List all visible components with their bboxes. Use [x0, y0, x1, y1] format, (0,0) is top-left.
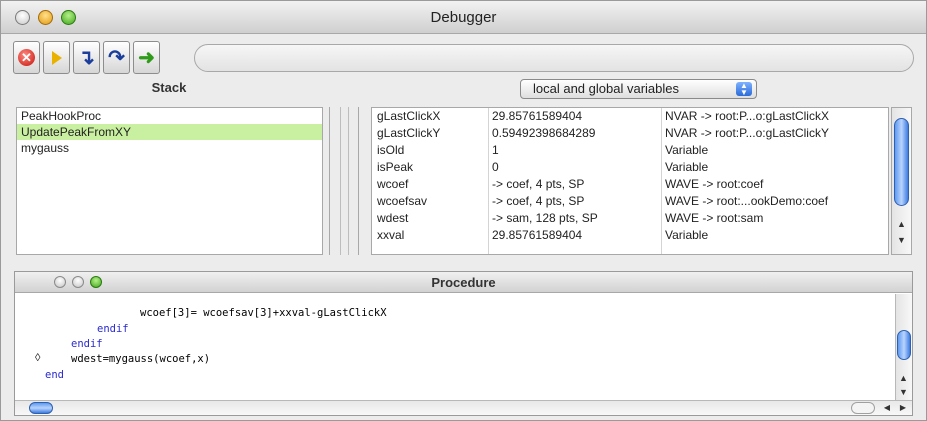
splitter-line	[348, 107, 349, 255]
stack-header: Stack	[151, 80, 187, 95]
variable-row[interactable]: xxval 29.85761589404 Variable	[372, 227, 888, 244]
variable-name: xxval	[377, 228, 405, 242]
scroll-left-arrow-icon[interactable]: ◀	[879, 401, 895, 415]
variable-type: NVAR -> root:P...o:gLastClickY	[665, 126, 829, 140]
step-into-icon: ↴	[78, 46, 95, 69]
variable-name: wcoefsav	[377, 194, 428, 208]
code-line-current: wdest=mygauss(wcoef,x)	[71, 353, 211, 365]
variable-value: -> sam, 128 pts, SP	[492, 211, 598, 225]
step-over-button[interactable]: ↷	[103, 41, 130, 74]
title-bar[interactable]: Debugger	[1, 1, 926, 34]
variable-row[interactable]: wcoef -> coef, 4 pts, SP WAVE -> root:co…	[372, 176, 888, 193]
variable-type: WAVE -> root:sam	[665, 211, 764, 225]
variable-row[interactable]: wcoefsav -> coef, 4 pts, SP WAVE -> root…	[372, 193, 888, 210]
scroll-thumb[interactable]	[29, 402, 53, 414]
stack-list[interactable]: PeakHookProc UpdatePeakFromXY mygauss	[16, 107, 323, 255]
stack-item[interactable]: PeakHookProc	[17, 108, 322, 124]
step-out-button[interactable]: ➜	[133, 41, 160, 74]
variable-value: -> coef, 4 pts, SP	[492, 194, 585, 208]
scroll-thumb[interactable]	[897, 330, 911, 360]
scroll-right-arrow-icon[interactable]: ▶	[895, 401, 911, 415]
variable-name: isPeak	[377, 160, 414, 174]
variable-value: 29.85761589404	[492, 109, 583, 123]
scroll-track-end	[851, 402, 875, 414]
variable-name: wdest	[377, 211, 409, 225]
variable-type: Variable	[665, 160, 709, 174]
splitter-line	[340, 107, 341, 255]
variables-vertical-scrollbar[interactable]: ▲ ▼	[891, 107, 912, 255]
variable-scope-popup[interactable]: local and global variables ▲ ▼	[520, 79, 757, 99]
scroll-down-arrow-icon[interactable]: ▼	[892, 232, 911, 248]
scroll-thumb[interactable]	[894, 118, 909, 206]
stop-icon: ✕	[18, 49, 35, 66]
procedure-title-bar[interactable]: Procedure	[15, 272, 912, 293]
code-line-keyword: endif	[97, 323, 129, 335]
variable-type: Variable	[665, 228, 709, 242]
window-title: Debugger	[430, 9, 497, 26]
popup-arrows-icon: ▲ ▼	[736, 82, 752, 97]
variable-row[interactable]: gLastClickY 0.59492398684289 NVAR -> roo…	[372, 125, 888, 142]
code-line: wcoef[3]= wcoefsav[3]+xxval-gLastClickX	[140, 307, 387, 319]
variable-type: WAVE -> root:...ookDemo:coef	[665, 194, 829, 208]
procedure-window: Procedure wcoef[3]= wcoefsav[3]+xxval-gL…	[14, 271, 913, 416]
scroll-down-arrow-icon[interactable]: ▼	[896, 384, 911, 400]
step-into-button[interactable]: ↴	[73, 41, 100, 74]
program-counter-marker-icon: ◊	[35, 352, 41, 364]
variable-value: -> coef, 4 pts, SP	[492, 177, 585, 191]
variable-scope-label: local and global variables	[533, 81, 679, 96]
variable-row[interactable]: isPeak 0 Variable	[372, 159, 888, 176]
procedure-title: Procedure	[431, 275, 496, 290]
variable-name: isOld	[377, 143, 405, 157]
variables-table[interactable]: gLastClickX 29.85761589404 NVAR -> root:…	[371, 107, 889, 255]
variable-row[interactable]: isOld 1 Variable	[372, 142, 888, 159]
code-line-keyword: endif	[71, 338, 103, 350]
code-line-keyword: end	[45, 369, 64, 381]
variable-name: wcoef	[377, 177, 409, 191]
variable-type: WAVE -> root:coef	[665, 177, 764, 191]
pane-splitter[interactable]	[329, 107, 359, 255]
variable-name: gLastClickY	[377, 126, 441, 140]
step-out-icon: ➜	[138, 46, 155, 69]
variable-value: 0	[492, 160, 499, 174]
variable-type: Variable	[665, 143, 709, 157]
step-over-icon: ↷	[108, 46, 125, 69]
variable-value: 1	[492, 143, 499, 157]
debugger-window: Debugger ✕ ↴ ↷ ➜ Stack local and global …	[0, 0, 927, 421]
variable-value: 29.85761589404	[492, 228, 583, 242]
variable-row[interactable]: gLastClickX 29.85761589404 NVAR -> root:…	[372, 108, 888, 125]
procedure-horizontal-scrollbar[interactable]: ◀ ▶	[15, 400, 912, 415]
go-button[interactable]	[43, 41, 70, 74]
procedure-code-area[interactable]: wcoef[3]= wcoefsav[3]+xxval-gLastClickX …	[15, 294, 893, 392]
stop-button[interactable]: ✕	[13, 41, 40, 74]
variable-type: NVAR -> root:P...o:gLastClickX	[665, 109, 829, 123]
stack-item-selected[interactable]: UpdatePeakFromXY	[17, 124, 322, 140]
variable-name: gLastClickX	[377, 109, 441, 123]
variable-row[interactable]: wdest -> sam, 128 pts, SP WAVE -> root:s…	[372, 210, 888, 227]
go-icon	[51, 50, 62, 65]
variable-value: 0.59492398684289	[492, 126, 596, 140]
stack-item[interactable]: mygauss	[17, 140, 322, 156]
message-field	[194, 44, 914, 72]
procedure-vertical-scrollbar[interactable]: ▲ ▼	[895, 294, 912, 400]
scroll-up-arrow-icon[interactable]: ▲	[892, 216, 911, 232]
